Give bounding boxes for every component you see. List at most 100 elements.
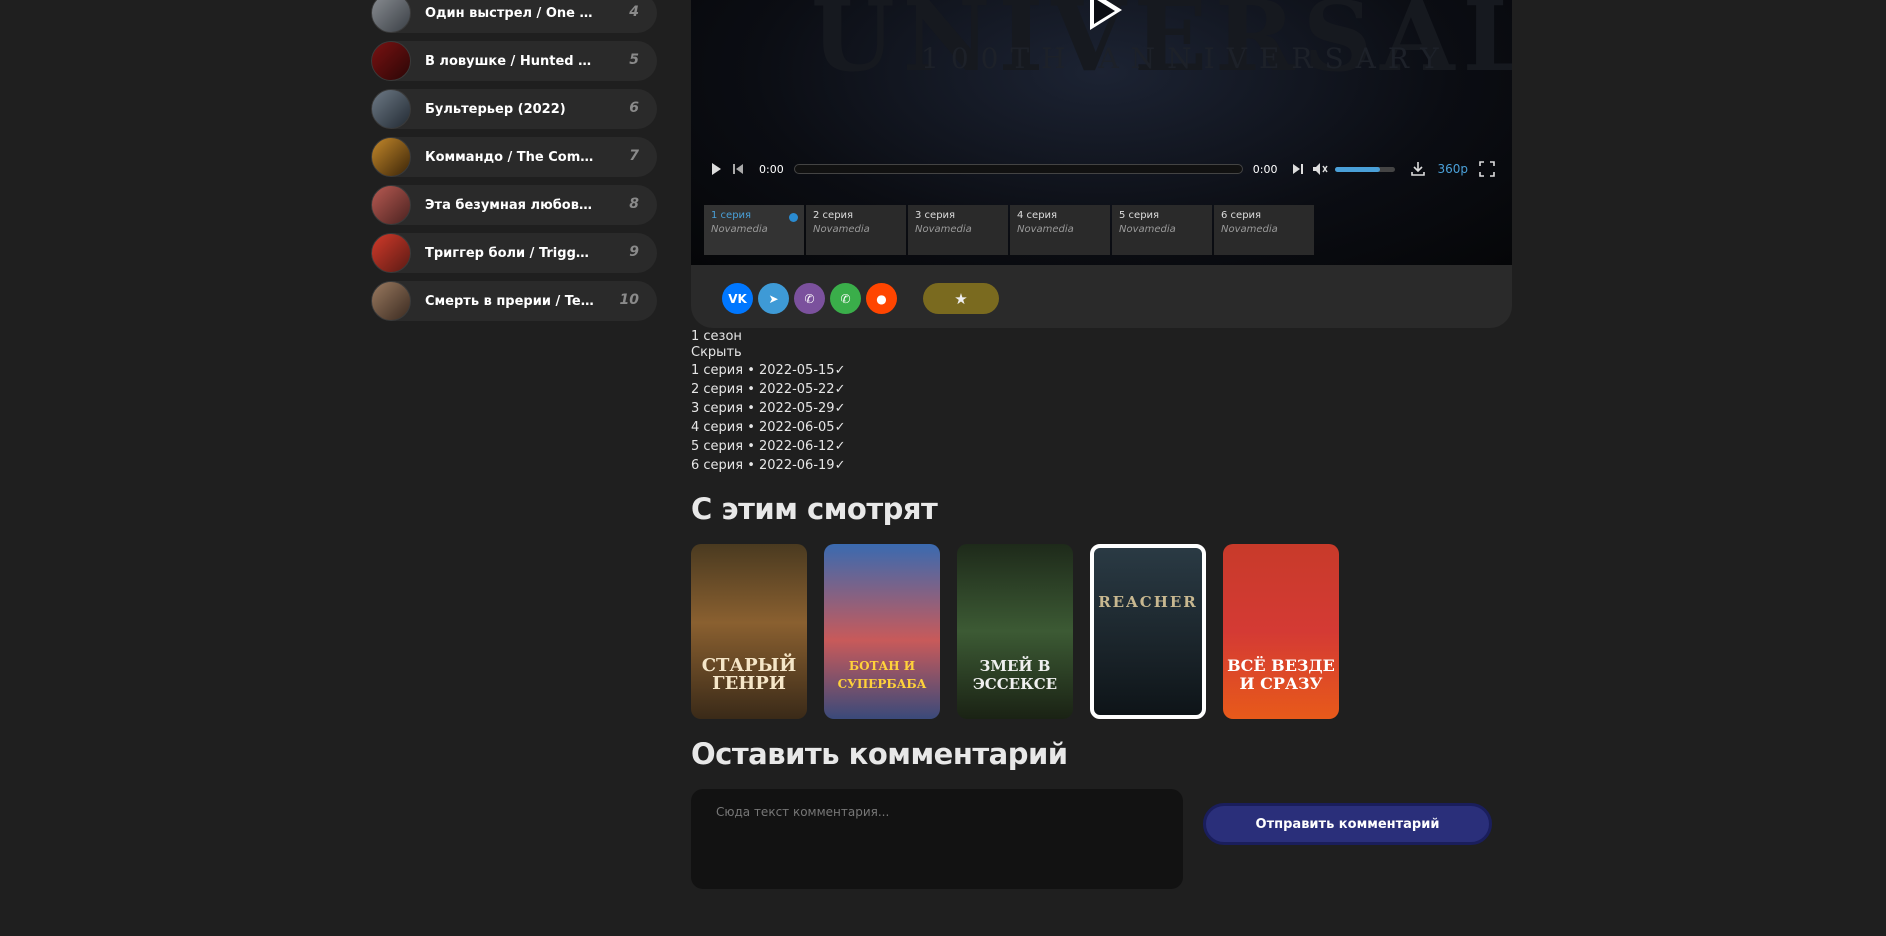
- sidebar-item-title: Коммандо / The Comm...: [425, 149, 595, 165]
- vk-icon[interactable]: VK: [722, 283, 753, 314]
- related-poster[interactable]: БОТАН И СУПЕРБАБА: [824, 544, 940, 719]
- sidebar-thumbnail: [371, 89, 411, 129]
- next-icon[interactable]: [1287, 158, 1309, 180]
- sidebar-item-number: 5: [629, 52, 639, 68]
- air-date-row: 5 серия • 2022-06-12✓: [691, 439, 846, 454]
- air-date-row: 1 серия • 2022-05-15✓: [691, 363, 846, 378]
- episode-tab-studio: Novamedia: [1221, 224, 1278, 235]
- fullscreen-icon[interactable]: [1476, 158, 1498, 180]
- sidebar-item-number: 4: [629, 4, 639, 20]
- sidebar-item[interactable]: Смерть в прерии / Terr... 10: [371, 281, 657, 321]
- video-frame-logo-sub: 100TH ANNIVERSARY: [921, 42, 1451, 75]
- air-date: 2022-05-29: [759, 401, 835, 416]
- episode-tab-studio: Novamedia: [1017, 224, 1074, 235]
- play-icon[interactable]: [705, 158, 727, 180]
- poster-title: СТАРЫЙ ГЕНРИ: [701, 655, 797, 694]
- total-time: 0:00: [1252, 162, 1278, 176]
- air-ep: 1 серия: [691, 363, 744, 378]
- check-icon: ✓: [834, 420, 846, 435]
- air-date-row: 2 серия • 2022-05-22✓: [691, 382, 846, 397]
- related-posters: СТАРЫЙ ГЕНРИ БОТАН И СУПЕРБАБА ЗМЕЙ В ЭС…: [691, 544, 1356, 719]
- sidebar-thumbnail: [371, 185, 411, 225]
- episode-tab[interactable]: 1 серия Novamedia: [704, 205, 804, 255]
- sidebar-item[interactable]: Эта безумная любовь ... 8: [371, 185, 657, 225]
- related-poster[interactable]: ЗМЕЙ В ЭССЕКСЕ: [957, 544, 1073, 719]
- volume-slider[interactable]: [1335, 166, 1396, 172]
- whatsapp-icon[interactable]: ✆: [830, 283, 861, 314]
- check-icon: ✓: [834, 458, 846, 473]
- sidebar-item[interactable]: Коммандо / The Comm... 7: [371, 137, 657, 177]
- volume-icon[interactable]: [1309, 158, 1331, 180]
- reddit-icon[interactable]: ●: [866, 283, 897, 314]
- poster-title: БОТАН И СУПЕРБАБА: [837, 659, 927, 691]
- air-ep: 6 серия: [691, 458, 744, 473]
- air-date-list: 1 серия • 2022-05-15✓ 2 серия • 2022-05-…: [691, 363, 845, 477]
- sidebar-item-number: 7: [629, 148, 639, 164]
- active-dot-icon: [789, 213, 798, 222]
- sidebar-item[interactable]: В ловушке / Hunted (2... 5: [371, 41, 657, 81]
- quality-selector[interactable]: 360p: [1437, 162, 1468, 176]
- air-date: 2022-06-19: [759, 458, 835, 473]
- air-date-row: 4 серия • 2022-06-05✓: [691, 420, 846, 435]
- video-player: UNIVERSAL 100TH ANNIVERSARY 0:00 0:00 36…: [691, 0, 1512, 328]
- volume-slider-fill: [1335, 166, 1381, 172]
- poster-title: ВСЁ ВЕЗДЕ И СРАЗУ: [1227, 656, 1335, 693]
- episode-tab-studio: Novamedia: [1119, 224, 1176, 235]
- sidebar-item[interactable]: Триггер боли / Trigger ... 9: [371, 233, 657, 273]
- air-date: 2022-06-05: [759, 420, 835, 435]
- episode-tab[interactable]: 2 серия Novamedia: [806, 205, 906, 255]
- video-screen[interactable]: UNIVERSAL 100TH ANNIVERSARY 0:00 0:00 36…: [691, 0, 1512, 265]
- check-icon: ✓: [834, 401, 846, 416]
- sidebar-thumbnail: [371, 233, 411, 273]
- comment-input[interactable]: Сюда текст комментария...: [691, 789, 1183, 889]
- sidebar-item-title: Один выстрел / One S...: [425, 5, 595, 21]
- sidebar-item-number: 6: [629, 100, 639, 116]
- sidebar-list: Один выстрел / One S... 4 В ловушке / Hu…: [371, 0, 657, 329]
- air-date: 2022-05-22: [759, 382, 835, 397]
- sidebar-thumbnail: [371, 41, 411, 81]
- episode-tabs: 1 серия Novamedia 2 серия Novamedia 3 се…: [704, 205, 1316, 255]
- sidebar-item-number: 9: [629, 244, 639, 260]
- big-play-icon-inner: [1094, 0, 1115, 24]
- sidebar-thumbnail: [371, 0, 411, 33]
- check-icon: ✓: [834, 439, 846, 454]
- sidebar-thumbnail: [371, 137, 411, 177]
- poster-title: REACHER: [1098, 593, 1198, 611]
- current-time: 0:00: [759, 162, 784, 176]
- episode-tab-studio: Novamedia: [711, 224, 768, 235]
- viber-icon[interactable]: ✆: [794, 283, 825, 314]
- sidebar-item-number: 10: [619, 292, 639, 308]
- episode-tab-title: 4 серия: [1017, 210, 1058, 221]
- sidebar-item-title: Бультерьер (2022): [425, 101, 566, 117]
- submit-comment-button[interactable]: Отправить комментарий: [1203, 803, 1492, 845]
- share-buttons: VK ➤ ✆ ✆ ● ★: [722, 283, 999, 314]
- sidebar-item-title: В ловушке / Hunted (2...: [425, 53, 595, 69]
- episode-tab-title: 5 серия: [1119, 210, 1160, 221]
- check-icon: ✓: [834, 363, 846, 378]
- episode-tab-studio: Novamedia: [813, 224, 870, 235]
- episode-tab[interactable]: 3 серия Novamedia: [908, 205, 1008, 255]
- episode-tab[interactable]: 5 серия Novamedia: [1112, 205, 1212, 255]
- sidebar-item[interactable]: Бультерьер (2022) 6: [371, 89, 657, 129]
- hide-link[interactable]: Скрыть: [691, 345, 742, 360]
- episode-tab-title: 1 серия: [711, 210, 752, 221]
- favorite-button[interactable]: ★: [923, 283, 999, 314]
- check-icon: ✓: [834, 382, 846, 397]
- related-poster[interactable]: СТАРЫЙ ГЕНРИ: [691, 544, 807, 719]
- previous-icon[interactable]: [727, 158, 749, 180]
- progress-bar[interactable]: [793, 164, 1243, 174]
- download-icon[interactable]: [1407, 158, 1429, 180]
- related-poster[interactable]: ВСЁ ВЕЗДЕ И СРАЗУ: [1223, 544, 1339, 719]
- related-poster[interactable]: REACHER: [1090, 544, 1206, 719]
- episode-tab[interactable]: 4 серия Novamedia: [1010, 205, 1110, 255]
- sidebar-item-title: Эта безумная любовь ...: [425, 197, 595, 213]
- telegram-icon[interactable]: ➤: [758, 283, 789, 314]
- episode-tab-studio: Novamedia: [915, 224, 972, 235]
- poster-title: ЗМЕЙ В ЭССЕКСЕ: [972, 657, 1058, 693]
- episode-tab-title: 2 серия: [813, 210, 854, 221]
- sidebar-item[interactable]: Один выстрел / One S... 4: [371, 0, 657, 33]
- star-icon: ★: [954, 289, 968, 308]
- air-ep: 4 серия: [691, 420, 744, 435]
- episode-tab[interactable]: 6 серия Novamedia: [1214, 205, 1314, 255]
- sidebar-item-title: Смерть в прерии / Terr...: [425, 293, 595, 309]
